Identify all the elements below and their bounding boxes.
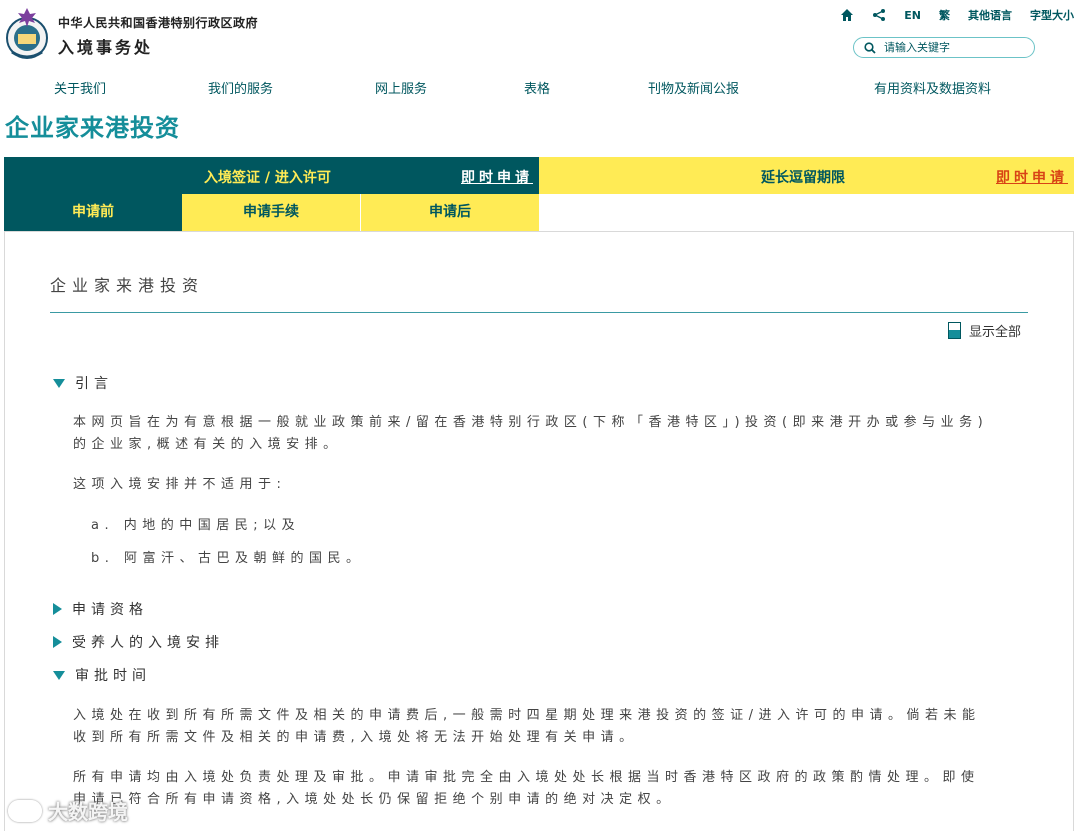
tab-application-procedure[interactable]: 申请手续 <box>182 194 360 231</box>
accordion-eligibility[interactable]: 申请资格 <box>53 599 148 619</box>
tab-extension-label: 延长逗留期限 <box>761 170 845 186</box>
other-languages-link[interactable]: 其他语言 <box>968 7 1012 23</box>
traditional-chinese-link[interactable]: 繁 <box>939 7 950 23</box>
triangle-down-icon <box>53 378 65 388</box>
home-icon[interactable] <box>840 8 854 22</box>
site-header: 中华人民共和国香港特别行政区政府 入境事务处 EN 繁 其他语言 字型大小 <box>0 0 1080 70</box>
tab-visa-label: 入境签证 / 进入许可 <box>204 170 331 186</box>
tab-extension-of-stay[interactable]: 延长逗留期限 即时申请 <box>539 157 1074 194</box>
nav-about[interactable]: 关于我们 <box>54 78 106 97</box>
watermark: 大数跨境 <box>8 796 128 825</box>
intro-list-item-b: b. 阿富汗、古巴及朝鲜的国民。 <box>91 551 365 566</box>
watermark-logo-icon <box>8 799 42 822</box>
content-panel: 企业家来港投资 显示全部 引言 本网页旨在为有意根据一般就业政策前来/留在香港特… <box>4 231 1074 831</box>
show-all-toggle[interactable]: 显示全部 <box>948 321 1021 340</box>
search-input[interactable] <box>884 41 1024 54</box>
content-title: 企业家来港投资 <box>50 276 205 295</box>
expand-all-icon <box>948 322 961 339</box>
accordion-eligibility-label: 申请资格 <box>72 602 148 618</box>
watermark-text: 大数跨境 <box>48 800 128 824</box>
search-icon[interactable] <box>864 41 876 54</box>
tab-visa-entry-permit[interactable]: 入境签证 / 进入许可 即时申请 <box>4 157 539 194</box>
nav-eservices[interactable]: 网上服务 <box>375 78 427 97</box>
accordion-processing-time[interactable]: 审批时间 <box>53 665 151 685</box>
visa-apply-now-link[interactable]: 即时申请 <box>461 167 533 187</box>
title-divider <box>50 312 1028 313</box>
english-link[interactable]: EN <box>904 9 921 22</box>
department-name[interactable]: 入境事务处 <box>58 34 153 58</box>
accordion-dependants[interactable]: 受养人的入境安排 <box>53 632 224 652</box>
font-size-link[interactable]: 字型大小 <box>1030 7 1074 23</box>
accordion-introduction-label: 引言 <box>75 376 113 392</box>
accordion-introduction[interactable]: 引言 <box>53 373 113 393</box>
nav-services[interactable]: 我们的服务 <box>208 78 273 97</box>
show-all-label: 显示全部 <box>969 325 1022 340</box>
approval-paragraph-1: 入境处在收到所有所需文件及相关的申请费后,一般需时四星期处理来港投资的签证/进入… <box>73 708 981 745</box>
accordion-dependants-label: 受养人的入境安排 <box>72 635 224 651</box>
intro-paragraph-1: 本网页旨在为有意根据一般就业政策前来/留在香港特别行政区(下称「香港特区」)投资… <box>73 415 989 452</box>
main-nav: 关于我们 我们的服务 网上服务 表格 刊物及新闻公报 有用资料及数据资料 <box>0 76 1080 100</box>
immd-logo[interactable] <box>4 6 50 62</box>
nav-publications[interactable]: 刊物及新闻公报 <box>648 78 739 97</box>
nav-useful-info[interactable]: 有用资料及数据资料 <box>874 78 991 97</box>
search-box[interactable] <box>853 37 1035 58</box>
page-title: 企业家来港投资 <box>5 114 180 142</box>
intro-paragraph-2: 这项入境安排并不适用于: <box>73 477 287 492</box>
triangle-right-icon <box>53 603 62 615</box>
triangle-down-icon <box>53 670 65 680</box>
tab-before-application[interactable]: 申请前 <box>4 194 182 231</box>
accordion-processing-time-label: 审批时间 <box>75 668 151 684</box>
share-icon[interactable] <box>872 8 886 22</box>
nav-forms[interactable]: 表格 <box>524 78 550 97</box>
triangle-right-icon <box>53 636 62 648</box>
extension-apply-now-link[interactable]: 即时申请 <box>996 167 1068 187</box>
intro-list-item-a: a. 内地的中国居民;以及 <box>91 518 301 533</box>
top-links: EN 繁 其他语言 字型大小 <box>840 7 1074 23</box>
approval-paragraph-2: 所有申请均由入境处负责处理及审批。申请审批完全由入境处处长根据当时香港特区政府的… <box>73 770 980 807</box>
service-tabs: 入境签证 / 进入许可 即时申请 延长逗留期限 即时申请 <box>4 157 1074 194</box>
tab-after-application[interactable]: 申请后 <box>361 194 539 231</box>
government-name: 中华人民共和国香港特别行政区政府 <box>58 16 259 30</box>
